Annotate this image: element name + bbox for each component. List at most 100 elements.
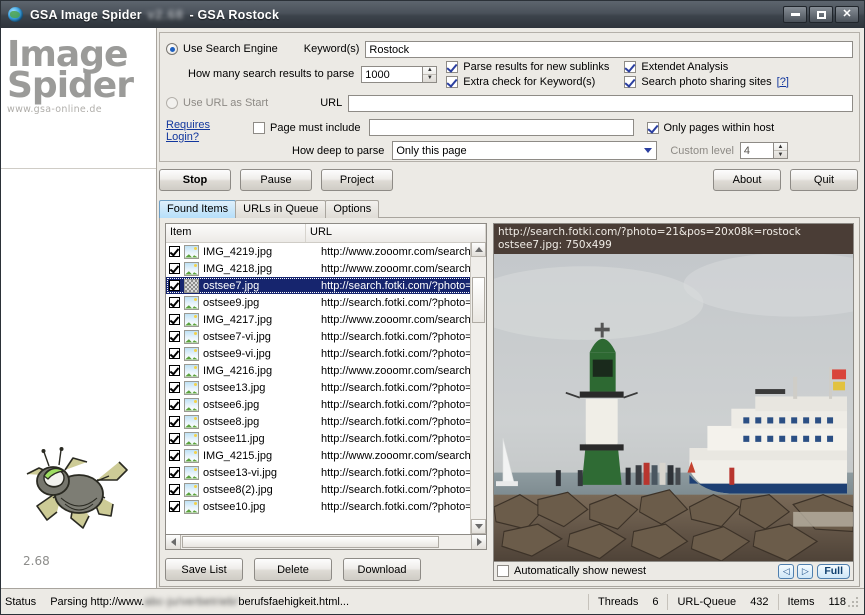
row-checkbox[interactable] bbox=[169, 467, 180, 478]
spider-mascot-icon bbox=[13, 436, 143, 546]
row-checkbox[interactable] bbox=[169, 399, 180, 410]
row-checkbox[interactable] bbox=[169, 382, 180, 393]
scroll-up-button[interactable] bbox=[471, 242, 486, 257]
table-row[interactable]: ostsee9-vi.jpghttp://search.fotki.com/?p… bbox=[166, 345, 486, 362]
scroll-right-icon bbox=[477, 538, 482, 546]
branding-sidebar: Image Spider www.gsa-online.de bbox=[1, 28, 157, 588]
stop-button[interactable]: Stop bbox=[159, 169, 231, 191]
parse-sublinks-label: Parse results for new sublinks bbox=[463, 61, 609, 73]
items-value: 118 bbox=[828, 593, 846, 611]
row-checkbox[interactable] bbox=[169, 297, 180, 308]
list-horizontal-scrollbar[interactable] bbox=[165, 535, 487, 550]
row-checkbox[interactable] bbox=[169, 484, 180, 495]
results-count-input[interactable]: 1000 bbox=[361, 66, 422, 83]
full-size-button[interactable]: Full bbox=[817, 564, 850, 579]
row-item-url: http://search.fotki.com/?photo=15&. bbox=[321, 382, 486, 394]
project-button[interactable]: Project bbox=[321, 169, 393, 191]
table-row[interactable]: IMG_4218.jpghttp://www.zooomr.com/search… bbox=[166, 260, 486, 277]
checkbox-page-must-include[interactable] bbox=[253, 122, 265, 134]
row-checkbox[interactable] bbox=[169, 348, 180, 359]
row-checkbox[interactable] bbox=[169, 263, 180, 274]
preview-photo[interactable] bbox=[494, 254, 853, 561]
results-count-stepper[interactable]: 1000 ▲ ▼ bbox=[361, 66, 437, 83]
column-header-item[interactable]: Item bbox=[166, 224, 306, 242]
table-row[interactable]: IMG_4216.jpghttp://www.zooomr.com/search… bbox=[166, 362, 486, 379]
page-must-include-input[interactable] bbox=[369, 119, 634, 136]
scroll-right-button[interactable] bbox=[471, 535, 486, 549]
close-button[interactable]: ✕ bbox=[835, 6, 859, 23]
requires-login-link-line2[interactable]: Login? bbox=[166, 131, 230, 143]
checkbox-extendet-analysis[interactable] bbox=[624, 61, 636, 73]
version-label: 2.68 bbox=[23, 554, 50, 568]
row-checkbox[interactable] bbox=[169, 433, 180, 444]
tab-found-items[interactable]: Found Items bbox=[159, 200, 236, 218]
table-row[interactable]: ostsee7-vi.jpghttp://search.fotki.com/?p… bbox=[166, 328, 486, 345]
results-count-spin-buttons[interactable]: ▲ ▼ bbox=[422, 66, 437, 83]
tab-urls-in-queue[interactable]: URLs in Queue bbox=[235, 200, 326, 218]
save-list-button[interactable]: Save List bbox=[165, 558, 243, 581]
spin-up-icon[interactable]: ▲ bbox=[423, 67, 436, 75]
row-checkbox[interactable] bbox=[169, 501, 180, 512]
table-row[interactable]: ostsee8(2).jpghttp://search.fotki.com/?p… bbox=[166, 481, 486, 498]
vertical-scroll-thumb[interactable] bbox=[472, 277, 485, 323]
table-row[interactable]: ostsee9.jpghttp://search.fotki.com/?phot… bbox=[166, 294, 486, 311]
vertical-scroll-track[interactable] bbox=[471, 257, 486, 519]
start-url-input[interactable] bbox=[348, 95, 853, 112]
logo-pane: Image Spider www.gsa-online.de bbox=[1, 28, 156, 169]
row-checkbox[interactable] bbox=[169, 365, 180, 376]
results-list[interactable]: Item URL IMG_4219.jpghttp://www.zooomr.c… bbox=[165, 223, 487, 535]
next-image-button[interactable]: ▷ bbox=[797, 564, 813, 579]
horizontal-scroll-track[interactable] bbox=[181, 535, 471, 549]
quit-button[interactable]: Quit bbox=[790, 169, 858, 191]
previous-image-button[interactable]: ◁ bbox=[778, 564, 794, 579]
table-row[interactable]: ostsee11.jpghttp://search.fotki.com/?pho… bbox=[166, 430, 486, 447]
row-checkbox[interactable] bbox=[169, 450, 180, 461]
row-checkbox[interactable] bbox=[169, 331, 180, 342]
table-row[interactable]: ostsee13-vi.jpghttp://search.fotki.com/?… bbox=[166, 464, 486, 481]
table-row[interactable]: ostsee7.jpghttp://search.fotki.com/?phot… bbox=[166, 277, 486, 294]
keywords-label: Keyword(s) bbox=[304, 43, 360, 55]
checkbox-only-pages-within-host[interactable] bbox=[647, 122, 659, 134]
checkbox-parse-sublinks[interactable] bbox=[446, 61, 458, 73]
checkbox-auto-show-newest[interactable] bbox=[497, 565, 509, 577]
row-checkbox[interactable] bbox=[169, 246, 180, 257]
delete-button[interactable]: Delete bbox=[254, 558, 332, 581]
table-row[interactable]: ostsee6.jpghttp://search.fotki.com/?phot… bbox=[166, 396, 486, 413]
requires-login-link-line1[interactable]: Requires bbox=[166, 119, 230, 131]
resize-grip-icon[interactable] bbox=[846, 595, 860, 609]
radio-use-search-engine[interactable] bbox=[166, 43, 178, 55]
tab-options[interactable]: Options bbox=[325, 200, 379, 218]
table-row[interactable]: IMG_4215.jpghttp://www.zooomr.com/search… bbox=[166, 447, 486, 464]
table-row[interactable]: IMG_4217.jpghttp://www.zooomr.com/search… bbox=[166, 311, 486, 328]
preview-image-box[interactable]: http://search.fotki.com/?photo=21&pos=20… bbox=[493, 223, 854, 562]
download-button[interactable]: Download bbox=[343, 558, 421, 581]
table-row[interactable]: ostsee10.jpghttp://search.fotki.com/?pho… bbox=[166, 498, 486, 515]
column-header-url[interactable]: URL bbox=[306, 224, 486, 242]
custom-level-input: 4 bbox=[740, 142, 773, 159]
status-message: Parsing http://www.abc-ju/verbetrieb/ber… bbox=[50, 593, 349, 611]
scroll-up-icon bbox=[475, 247, 483, 252]
checkbox-photo-sharing-sites[interactable] bbox=[624, 76, 636, 88]
scroll-down-button[interactable] bbox=[471, 519, 486, 534]
minimize-button[interactable] bbox=[783, 6, 807, 23]
table-row[interactable]: ostsee8.jpghttp://search.fotki.com/?phot… bbox=[166, 413, 486, 430]
keywords-input[interactable]: Rostock bbox=[365, 41, 853, 58]
table-row[interactable]: ostsee13.jpghttp://search.fotki.com/?pho… bbox=[166, 379, 486, 396]
about-button[interactable]: About bbox=[713, 169, 781, 191]
how-deep-value: Only this page bbox=[396, 145, 466, 157]
row-checkbox[interactable] bbox=[169, 314, 180, 325]
row-checkbox[interactable] bbox=[169, 280, 180, 291]
radio-use-url-as-start[interactable] bbox=[166, 97, 178, 109]
scroll-left-button[interactable] bbox=[166, 535, 181, 549]
checkbox-extra-check-keywords[interactable] bbox=[446, 76, 458, 88]
maximize-button[interactable] bbox=[809, 6, 833, 23]
row-checkbox[interactable] bbox=[169, 416, 180, 427]
how-deep-select[interactable]: Only this page bbox=[392, 141, 657, 160]
horizontal-scroll-thumb[interactable] bbox=[182, 536, 439, 548]
list-vertical-scrollbar[interactable] bbox=[470, 242, 486, 534]
table-row[interactable]: IMG_4219.jpghttp://www.zooomr.com/search… bbox=[166, 243, 486, 260]
spin-down-icon[interactable]: ▼ bbox=[423, 75, 436, 82]
photo-sharing-help-link[interactable]: [?] bbox=[777, 76, 789, 88]
preview-url: http://search.fotki.com/?photo=21&pos=20… bbox=[498, 226, 849, 239]
pause-button[interactable]: Pause bbox=[240, 169, 312, 191]
